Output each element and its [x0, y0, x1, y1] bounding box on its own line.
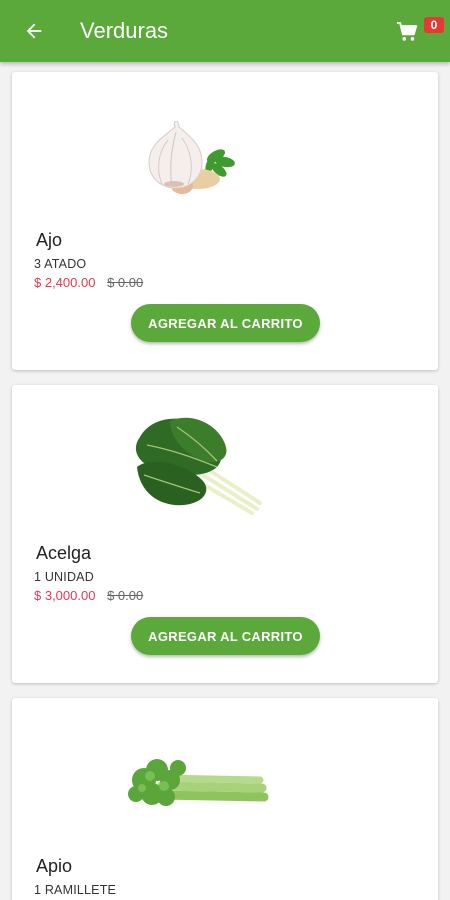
- product-price: $ 3,000.00: [34, 588, 96, 603]
- product-card: Ajo 3 ATADO $ 2,400.00 $ 0.00 AGREGAR AL…: [12, 72, 438, 370]
- add-to-cart-button[interactable]: AGREGAR AL CARRITO: [131, 617, 320, 655]
- product-list: Ajo 3 ATADO $ 2,400.00 $ 0.00 AGREGAR AL…: [0, 62, 450, 900]
- product-card: Apio 1 RAMILLETE: [12, 698, 438, 900]
- product-unit: 1 UNIDAD: [34, 570, 94, 584]
- add-to-cart-button[interactable]: AGREGAR AL CARRITO: [131, 304, 320, 342]
- product-name: Ajo: [36, 230, 63, 250]
- product-name: Apio: [36, 856, 73, 876]
- cart-button[interactable]: 0: [394, 16, 444, 48]
- product-prices: $ 2,400.00 $ 0.00: [34, 275, 143, 291]
- shopping-cart-icon: [397, 22, 418, 41]
- product-old-price: $ 0.00: [107, 275, 144, 290]
- back-button[interactable]: [20, 17, 48, 45]
- arrow-left-icon: [26, 23, 42, 39]
- product-card: Acelga 1 UNIDAD $ 3,000.00 $ 0.00 AGREGA…: [12, 385, 438, 683]
- product-old-price: $ 0.00: [107, 588, 144, 603]
- product-unit: 1 RAMILLETE: [34, 883, 117, 897]
- app-bar: Verduras 0: [0, 0, 450, 62]
- product-price: $ 2,400.00: [34, 275, 96, 290]
- celery-image: [128, 759, 269, 806]
- product-unit: 3 ATADO: [34, 257, 87, 271]
- page-title: Verduras: [80, 18, 169, 43]
- product-prices: $ 3,000.00 $ 0.00: [34, 588, 143, 604]
- product-name: Acelga: [36, 543, 92, 563]
- garlic-image: [148, 120, 235, 194]
- cart-count-badge: 0: [424, 17, 444, 33]
- chard-image: [135, 417, 262, 515]
